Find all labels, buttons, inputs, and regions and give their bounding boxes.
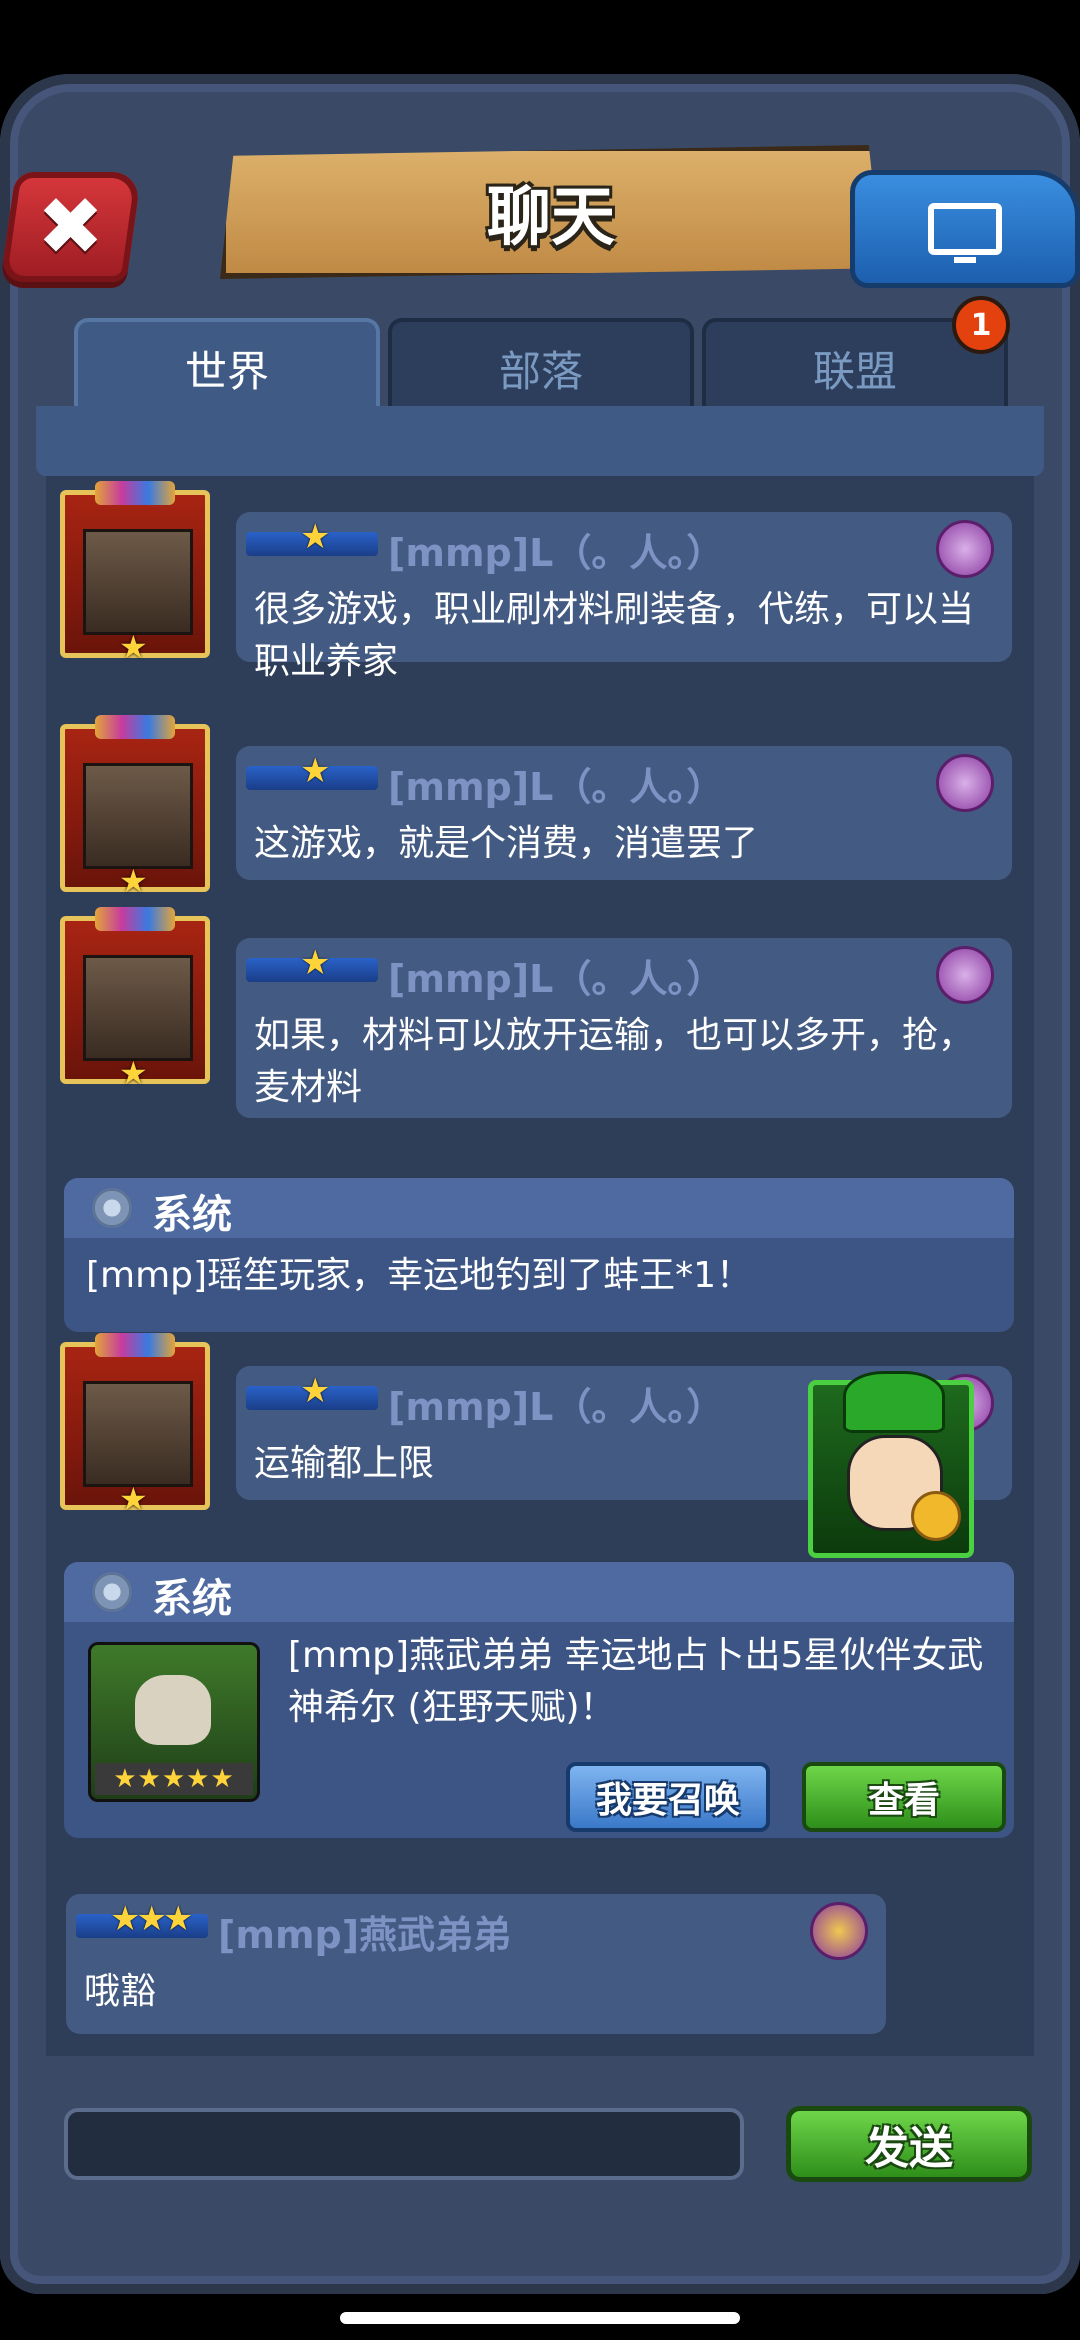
- vip-badge-icon: [936, 520, 994, 578]
- username[interactable]: [mmp]L（。人。）: [388, 1376, 724, 1431]
- display-button[interactable]: [850, 170, 1080, 288]
- system-message: 系统 ★★★★★ [mmp]燕武弟弟 幸运地占卜出5星伙伴女武神希尔 (狂野天赋…: [64, 1562, 1014, 1838]
- tab-tribe[interactable]: 部落: [388, 318, 694, 414]
- system-title: 系统: [152, 1576, 232, 1622]
- message-text: 如果，材料可以放开运输，也可以多开，抢，麦材料: [254, 1015, 975, 1108]
- avatar-star-icon: ★: [119, 1054, 148, 1092]
- portrait: [83, 529, 193, 635]
- player-avatar[interactable]: ★: [60, 907, 210, 1089]
- rank-ribbon-icon: ★: [246, 946, 378, 982]
- avatar-star-icon: ★: [119, 628, 148, 666]
- player-avatar[interactable]: ★: [60, 481, 210, 663]
- message-text: 这游戏，就是个消费，消遣罢了: [254, 823, 759, 864]
- close-button[interactable]: ✖: [0, 172, 142, 282]
- portrait: [83, 1381, 193, 1487]
- page-title: 聊天: [487, 181, 615, 255]
- system-message: 系统 [mmp]瑶笙玩家，幸运地钓到了蚌王*1！: [64, 1178, 1014, 1332]
- message-header: ★★★ [mmp]燕武弟弟: [76, 1902, 876, 1960]
- portrait: [83, 763, 193, 869]
- rank-ribbon-icon: ★: [246, 520, 378, 556]
- message-text: 哦豁: [84, 1971, 157, 2012]
- view-button[interactable]: 查看: [802, 1762, 1006, 1832]
- crown-frame-icon: [95, 1333, 175, 1357]
- alliance-notification-badge: 1: [952, 296, 1010, 354]
- rank-star-icon: ★: [300, 517, 331, 557]
- system-header: 系统: [64, 1562, 1014, 1622]
- hero-card[interactable]: ★★★★★: [88, 1642, 260, 1802]
- chat-input[interactable]: [64, 2108, 744, 2180]
- system-title: 系统: [152, 1192, 232, 1238]
- system-text: [mmp]瑶笙玩家，幸运地钓到了蚌王*1！: [86, 1255, 752, 1296]
- crown-frame-icon: [95, 715, 175, 739]
- crown-frame-icon: [95, 481, 175, 505]
- avatar-star-icon: ★: [119, 862, 148, 900]
- skull-portrait-icon: [135, 1675, 211, 1745]
- leprechaun-hat-icon: [843, 1371, 945, 1433]
- rank-ribbon-icon: ★: [246, 1374, 378, 1410]
- monitor-icon: [928, 203, 1002, 263]
- vip-badge-icon: [936, 946, 994, 1004]
- rank-ribbon-icon: ★★★: [76, 1902, 208, 1938]
- portrait: [83, 955, 193, 1061]
- close-icon: ✖: [37, 180, 105, 273]
- message-header: ★ [mmp]L（。人。）: [246, 520, 1002, 578]
- player-avatar[interactable]: ★: [60, 715, 210, 897]
- title-banner: 聊天: [220, 145, 882, 279]
- system-header: 系统: [64, 1178, 1014, 1238]
- player-avatar[interactable]: ★: [60, 1333, 210, 1515]
- avatar-star-icon: ★: [119, 1480, 148, 1518]
- username[interactable]: [mmp]燕武弟弟: [218, 1904, 511, 1959]
- rank-star-icon: ★: [300, 943, 331, 983]
- vip-badge-icon: [936, 754, 994, 812]
- username[interactable]: [mmp]L（。人。）: [388, 756, 724, 811]
- gear-icon: [92, 1188, 132, 1228]
- hero-stars: ★★★★★: [95, 1763, 253, 1795]
- rank-star-icon: ★: [300, 1371, 331, 1411]
- send-button[interactable]: 发送: [786, 2106, 1032, 2182]
- rank-star-icon: ★: [300, 751, 331, 791]
- vip-badge-icon: [810, 1902, 868, 1960]
- tab-world[interactable]: 世界: [74, 318, 380, 414]
- home-indicator[interactable]: [340, 2312, 740, 2324]
- message-text: 很多游戏，职业刷材料刷装备，代练，可以当职业养家: [254, 589, 975, 682]
- rank-star-icon: ★★★: [110, 1899, 193, 1939]
- username[interactable]: [mmp]L（。人。）: [388, 948, 724, 1003]
- coin-icon: [911, 1491, 961, 1541]
- message-header: ★ [mmp]L（。人。）: [246, 946, 1002, 1004]
- message-header: ★ [mmp]L（。人。）: [246, 754, 1002, 812]
- chat-tabs: 世界 部落 联盟: [74, 318, 1008, 414]
- message-bubble: ★ [mmp]L（。人。） 这游戏，就是个消费，消遣罢了: [236, 746, 1012, 880]
- message-bubble: ★ [mmp]L（。人。） 很多游戏，职业刷材料刷装备，代练，可以当职业养家: [236, 512, 1012, 682]
- message-bubble: ★★★ [mmp]燕武弟弟 哦豁: [66, 1894, 886, 2034]
- crown-frame-icon: [95, 907, 175, 931]
- username[interactable]: [mmp]L（。人。）: [388, 522, 724, 577]
- own-avatar[interactable]: [808, 1371, 974, 1558]
- summon-button[interactable]: 我要召唤: [566, 1762, 770, 1832]
- message-list[interactable]: ★ ★ [mmp]L（。人。） 很多游戏，职业刷材料刷装备，代练，可以当职业养家…: [46, 476, 1034, 2056]
- tab-content-bar: [36, 406, 1044, 476]
- rank-ribbon-icon: ★: [246, 754, 378, 790]
- gear-icon: [92, 1572, 132, 1612]
- message-bubble: ★ [mmp]L（。人。） 如果，材料可以放开运输，也可以多开，抢，麦材料: [236, 938, 1012, 1118]
- system-text: [mmp]燕武弟弟 幸运地占卜出5星伙伴女武神希尔 (狂野天赋)！: [288, 1635, 984, 1728]
